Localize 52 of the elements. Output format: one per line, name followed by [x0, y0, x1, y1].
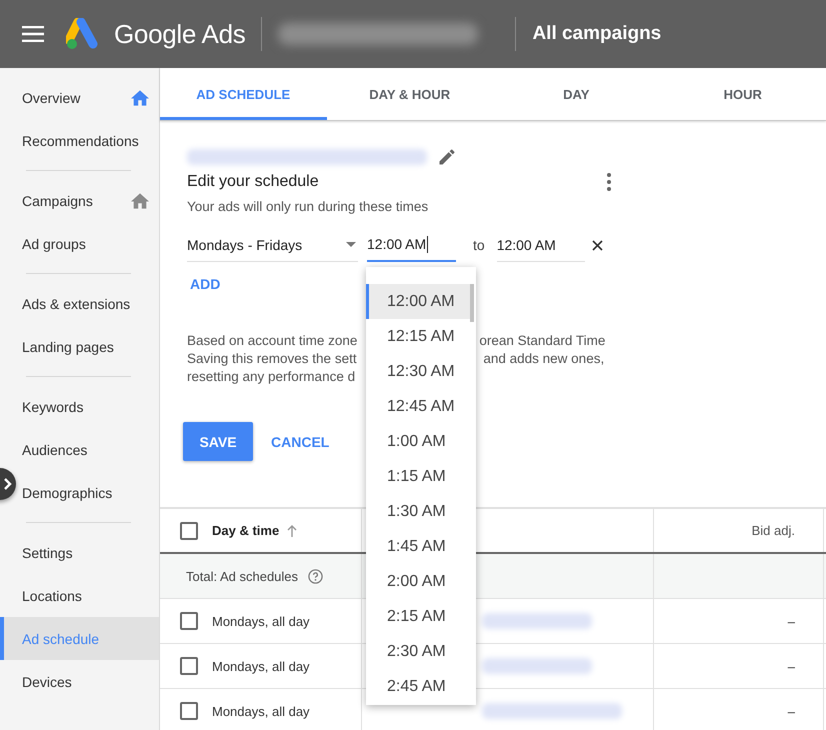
sidebar-item[interactable]: Locations — [17, 574, 159, 617]
sort-arrow-icon[interactable] — [287, 524, 298, 536]
caret-icon — [346, 242, 356, 247]
sidebar-item[interactable]: Campaigns — [17, 179, 159, 222]
note-text: orean Standard Time and adds new ones, — [479, 332, 606, 368]
column-header[interactable]: Day & time — [212, 523, 280, 538]
table-cell: – — [788, 704, 795, 718]
product-name: Google Ads — [114, 18, 246, 50]
cancel-button[interactable]: CANCEL — [271, 434, 330, 450]
close-icon[interactable] — [592, 240, 603, 250]
table-cell: – — [788, 658, 795, 674]
table-cell: Mondays, all day — [212, 614, 310, 628]
days-select[interactable]: Mondays - Fridays — [187, 228, 358, 262]
to-label: to — [473, 237, 485, 253]
scope-title: All campaigns — [532, 23, 662, 45]
scrollbar-thumb[interactable] — [470, 284, 474, 322]
add-button[interactable]: ADD — [190, 276, 220, 292]
sidebar-item[interactable]: Audiences — [17, 428, 159, 471]
sidebar-item[interactable]: Recommendations — [17, 119, 159, 162]
sidebar-item[interactable]: Ad groups — [17, 222, 159, 265]
checkbox[interactable] — [180, 522, 198, 540]
pencil-icon[interactable] — [437, 147, 457, 167]
sidebar-item[interactable]: Keywords — [17, 385, 159, 428]
more-icon[interactable] — [607, 173, 611, 191]
save-button[interactable]: SAVE — [183, 422, 253, 461]
time-option[interactable]: 12:00 AM — [366, 284, 470, 319]
note-text: Based on account time zone Saving this removes the sett resetting any performance d — [187, 332, 358, 386]
editor-subtitle: Your ads will only run during these times — [187, 199, 430, 214]
sidebar-item[interactable]: Settings — [17, 531, 159, 574]
chevron-right-icon — [3, 477, 13, 491]
total-label: Total: Ad schedules — [186, 568, 298, 584]
checkbox[interactable] — [180, 612, 198, 630]
sidebar-item[interactable]: Overview — [17, 76, 159, 119]
table-cell: – — [788, 614, 795, 628]
sidebar-item[interactable]: Ads & extensions — [17, 282, 159, 325]
start-time-field[interactable]: 12:00 AM — [367, 228, 456, 262]
sidebar-item[interactable]: Devices — [17, 660, 159, 703]
editor-title: Edit your schedule — [187, 173, 319, 191]
end-time-field[interactable]: 12:00 AM — [496, 228, 585, 262]
table-cell: Mondays, all day — [212, 658, 310, 674]
help-icon[interactable] — [308, 568, 324, 584]
tab[interactable]: HOUR — [660, 68, 826, 120]
checkbox[interactable] — [180, 702, 198, 720]
tab[interactable]: AD SCHEDULE — [160, 68, 326, 120]
sidebar-item[interactable]: Demographics — [17, 471, 159, 514]
menu-icon[interactable] — [22, 26, 44, 42]
tab[interactable]: DAY — [493, 68, 660, 120]
sidebar-item[interactable]: Landing pages — [17, 325, 159, 368]
column-header[interactable]: Bid adj. — [752, 523, 795, 538]
table-cell: Mondays, all day — [212, 704, 310, 718]
tab[interactable]: DAY & HOUR — [326, 68, 493, 120]
checkbox[interactable] — [180, 657, 198, 675]
